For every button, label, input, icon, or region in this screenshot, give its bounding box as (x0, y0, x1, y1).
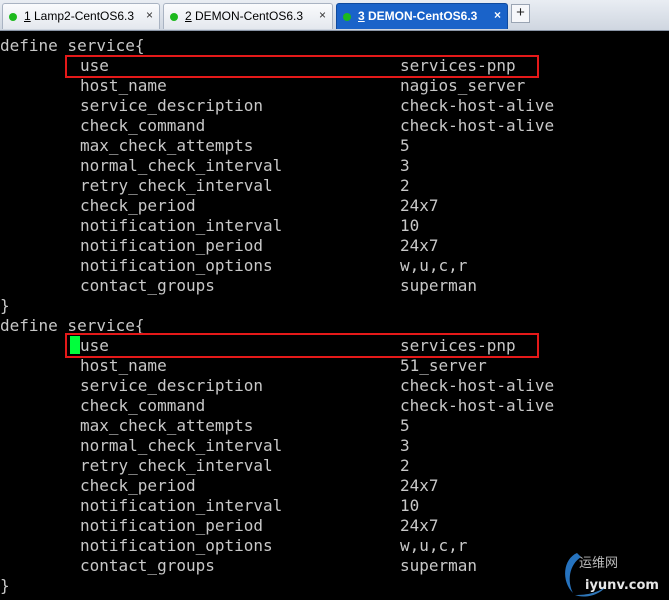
define-service-line: define service{ (0, 36, 145, 55)
connected-status-icon (170, 13, 178, 21)
config-value: 2 (400, 456, 410, 475)
config-value: 51_server (400, 356, 487, 375)
closing-brace: } (0, 296, 10, 315)
config-key: retry_check_interval (80, 176, 273, 195)
config-value: 5 (400, 416, 410, 435)
connected-status-icon (343, 13, 351, 21)
tab-demon-centos-3[interactable]: 3 DEMON-CentOS6.3 × (336, 3, 508, 29)
config-key: service_description (80, 96, 264, 115)
config-value: 24x7 (400, 196, 439, 215)
config-value: w,u,c,r (400, 256, 468, 275)
config-value: 2 (400, 176, 410, 195)
config-value: nagios_server (400, 76, 526, 95)
tab-bar: 1 Lamp2-CentOS6.3 × 2 DEMON-CentOS6.3 × … (0, 0, 669, 31)
tab-number: 2 (185, 9, 192, 23)
config-value: superman (400, 276, 478, 295)
config-key: check_period (80, 196, 196, 215)
config-value: check-host-alive (400, 116, 555, 135)
config-value: 5 (400, 136, 410, 155)
config-key: host_name (80, 356, 167, 375)
config-value: w,u,c,r (400, 536, 468, 555)
config-value: 10 (400, 216, 420, 235)
config-key: check_command (80, 396, 206, 415)
close-icon[interactable]: × (146, 8, 153, 22)
config-key: notification_interval (80, 216, 283, 235)
config-value: 10 (400, 496, 420, 515)
config-value: 24x7 (400, 516, 439, 535)
config-key: normal_check_interval (80, 436, 283, 455)
tab-title: Lamp2-CentOS6.3 (34, 9, 135, 23)
tab-title: DEMON-CentOS6.3 (368, 9, 478, 23)
tab-number: 3 (358, 9, 365, 23)
highlight-box-use-2 (65, 333, 539, 358)
config-key: notification_period (80, 516, 264, 535)
new-tab-button[interactable]: + (511, 4, 530, 23)
config-value: check-host-alive (400, 376, 555, 395)
config-value: check-host-alive (400, 96, 555, 115)
tab-lamp2-centos[interactable]: 1 Lamp2-CentOS6.3 × (2, 3, 160, 29)
connected-status-icon (9, 13, 17, 21)
config-value: 24x7 (400, 476, 439, 495)
terminal-output[interactable]: define service{ use services-pnp host_nam… (0, 31, 669, 600)
config-key: notification_period (80, 236, 264, 255)
config-value: 3 (400, 436, 410, 455)
config-key: host_name (80, 76, 167, 95)
highlight-box-use-1 (65, 55, 539, 78)
config-value: 3 (400, 156, 410, 175)
config-key: contact_groups (80, 276, 215, 295)
watermark-domain-text: iyunv.com (585, 578, 659, 593)
text-cursor (70, 336, 80, 354)
config-key: retry_check_interval (80, 456, 273, 475)
config-value: 24x7 (400, 236, 439, 255)
tab-number: 1 (24, 9, 31, 23)
closing-brace: } (0, 576, 10, 595)
watermark-logo: 运维网 iyunv.com (565, 553, 659, 597)
config-key: notification_options (80, 536, 273, 555)
close-icon[interactable]: × (494, 8, 501, 22)
config-key: max_check_attempts (80, 416, 254, 435)
config-key: normal_check_interval (80, 156, 283, 175)
config-key: service_description (80, 376, 264, 395)
config-value: superman (400, 556, 478, 575)
config-key: check_period (80, 476, 196, 495)
config-key: notification_interval (80, 496, 283, 515)
config-key: notification_options (80, 256, 273, 275)
config-key: max_check_attempts (80, 136, 254, 155)
config-key: check_command (80, 116, 206, 135)
tab-title: DEMON-CentOS6.3 (195, 9, 304, 23)
config-key: contact_groups (80, 556, 215, 575)
close-icon[interactable]: × (319, 8, 326, 22)
watermark-chinese-text: 运维网 (579, 556, 618, 571)
config-value: check-host-alive (400, 396, 555, 415)
tab-demon-centos-2[interactable]: 2 DEMON-CentOS6.3 × (163, 3, 333, 29)
